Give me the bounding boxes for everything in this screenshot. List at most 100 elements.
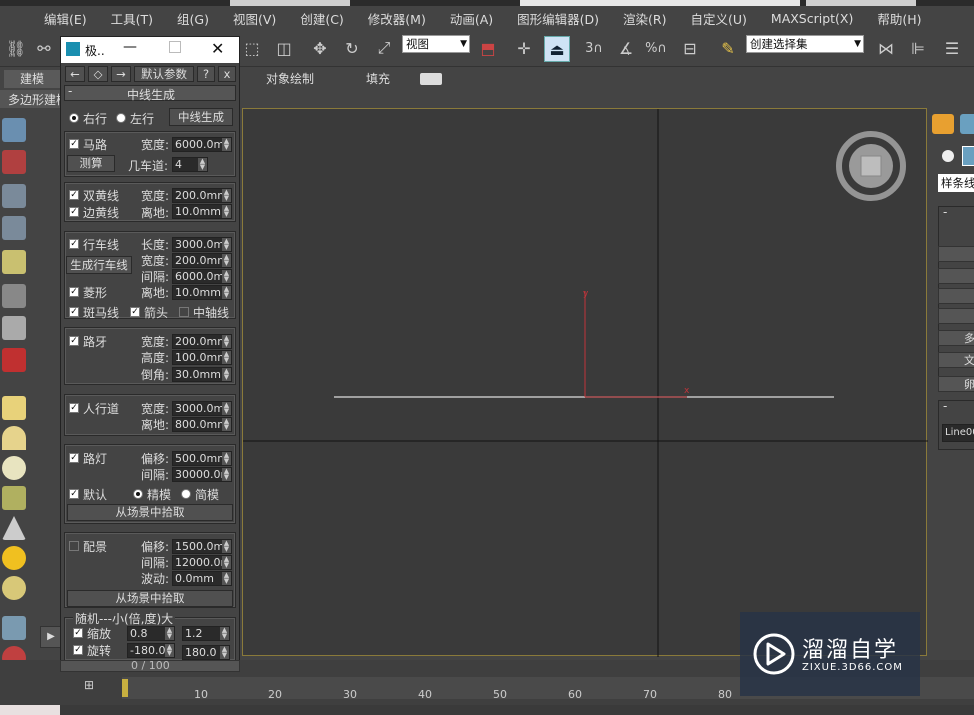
measure-button[interactable]: 测算 xyxy=(67,155,115,172)
shapes-icon[interactable] xyxy=(962,146,974,166)
menu-graph-editors[interactable]: 图形编辑器(D) xyxy=(505,9,611,28)
select-manipulate-icon[interactable]: ✛ xyxy=(512,36,536,60)
rotate-icon[interactable]: ↻ xyxy=(340,36,364,60)
sub-poly-modeling[interactable]: 多边形建模 xyxy=(8,91,68,108)
cone-icon[interactable] xyxy=(2,516,26,540)
object-button-4[interactable] xyxy=(938,308,974,324)
gen-centerline-button[interactable]: 中线生成 xyxy=(169,108,233,126)
edit-named-selection-icon[interactable]: ✎ xyxy=(716,36,740,60)
spinner-arrows-icon[interactable]: ▲ ▼ xyxy=(165,627,174,640)
spinner-arrows-icon[interactable]: ▲ ▼ xyxy=(222,270,231,283)
scale-icon[interactable]: ⤢ xyxy=(372,36,396,60)
lamp-simple-radio[interactable] xyxy=(181,489,191,499)
gen-lane-button[interactable]: 生成行车线 xyxy=(66,256,132,274)
viewcube-icon[interactable] xyxy=(836,131,906,201)
tab-modeling[interactable]: 建模 xyxy=(4,70,60,88)
lamp-default-checkbox[interactable]: ✓ xyxy=(69,489,79,499)
ribbon-options-icon[interactable] xyxy=(420,73,442,85)
rotate-max-spinner[interactable]: 180.0 ▲ ▼ xyxy=(182,645,230,660)
forward-button[interactable]: → xyxy=(111,66,131,82)
object-button-3[interactable] xyxy=(938,288,974,304)
hemisphere-icon[interactable] xyxy=(2,426,26,450)
layer-icon[interactable]: ☰ xyxy=(940,36,964,60)
spinner-arrows-icon[interactable]: ▲ ▼ xyxy=(222,368,231,381)
spinner-arrows-icon[interactable]: ▲ ▼ xyxy=(222,402,231,415)
object-button-1[interactable] xyxy=(938,246,974,262)
spinner-arrows-icon[interactable]: ▲ ▼ xyxy=(222,540,231,553)
close-icon[interactable]: ✕ xyxy=(211,39,224,58)
rotate-checkbox[interactable]: ✓ xyxy=(73,645,83,655)
create-tab-icon[interactable] xyxy=(932,114,954,134)
lamp-checkbox[interactable]: ✓ xyxy=(69,453,79,463)
time-slider[interactable]: 0 / 100 xyxy=(60,659,240,672)
scene-explorer-icon[interactable] xyxy=(2,184,26,208)
lamp-gap-spinner[interactable]: 30000.0mm▲▼ xyxy=(172,467,232,482)
menu-help[interactable]: 帮助(H) xyxy=(865,9,933,28)
maximize-icon[interactable] xyxy=(169,41,181,53)
section-header[interactable]: - 中线生成 xyxy=(64,84,236,102)
object-button-text[interactable]: 文 xyxy=(938,352,974,368)
menu-rendering[interactable]: 渲染(R) xyxy=(611,9,678,28)
minimize-icon[interactable]: — xyxy=(123,39,137,55)
spinner-arrows-icon[interactable]: ▲ ▼ xyxy=(222,452,231,465)
lane-offset-spinner[interactable]: 10.0mm ▲ ▼ xyxy=(172,285,232,300)
camera-icon[interactable] xyxy=(2,284,26,308)
box-icon[interactable] xyxy=(2,396,26,420)
spinner-arrows-icon[interactable]: ▲ ▼ xyxy=(222,351,231,364)
light-icon[interactable] xyxy=(2,250,26,274)
left-row-radio[interactable] xyxy=(116,113,126,123)
pivot-icon[interactable]: ⬒ xyxy=(476,36,500,60)
angle-snap-icon[interactable]: ∡ xyxy=(614,36,638,60)
scenery-wave-spinner[interactable]: 0.0mm ▲ ▼ xyxy=(172,571,232,586)
zebra-checkbox[interactable]: ✓ xyxy=(69,307,79,317)
link-icon[interactable]: ⛓ xyxy=(4,36,28,60)
double-yellow-checkbox[interactable]: ✓ xyxy=(69,190,79,200)
back-button[interactable]: ← xyxy=(65,66,85,82)
maxscript-listener[interactable] xyxy=(0,705,60,715)
grid-icon[interactable] xyxy=(2,616,26,640)
teapot-icon[interactable] xyxy=(2,118,26,142)
axis-checkbox[interactable] xyxy=(179,307,189,317)
reference-coord-select[interactable]: 视图 ▼ xyxy=(402,35,470,53)
sun-icon[interactable] xyxy=(2,546,26,570)
select-region-icon[interactable]: ⬚ xyxy=(240,36,264,60)
shape-type-select[interactable]: 样条线 xyxy=(938,174,974,192)
torus-icon[interactable] xyxy=(2,576,26,600)
scale-max-spinner[interactable]: 1.2 ▲ ▼ xyxy=(182,626,230,641)
right-row-radio[interactable] xyxy=(69,113,79,123)
close-button[interactable]: x xyxy=(218,66,236,82)
scale-min-spinner[interactable]: 0.8 ▲ ▼ xyxy=(127,626,175,641)
geosphere-icon[interactable] xyxy=(2,486,26,510)
geometry-icon[interactable] xyxy=(942,150,954,162)
scenery-gap-spinner[interactable]: 12000.0mm▲▼ xyxy=(172,555,232,570)
curb-chamfer-spinner[interactable]: 30.0mm ▲ ▼ xyxy=(172,367,232,382)
move-icon[interactable]: ✥ xyxy=(308,36,332,60)
help-button[interactable]: ? xyxy=(197,66,215,82)
menu-tools[interactable]: 工具(T) xyxy=(99,9,165,28)
sphere-icon[interactable] xyxy=(2,456,26,480)
menu-modifiers[interactable]: 修改器(M) xyxy=(356,9,438,28)
perspective-viewport[interactable]: y x xyxy=(242,108,928,657)
menu-animation[interactable]: 动画(A) xyxy=(438,9,505,28)
spinner-snap-icon[interactable]: ⊟ xyxy=(678,36,702,60)
scenery-offset-spinner[interactable]: 1500.0mm ▲ ▼ xyxy=(172,539,232,554)
spinner-arrows-icon[interactable]: ▲ ▼ xyxy=(222,238,231,251)
spinner-arrows-icon[interactable]: ▲ ▼ xyxy=(220,646,229,659)
curb-checkbox[interactable]: ✓ xyxy=(69,336,79,346)
lane-gap-spinner[interactable]: 6000.0mm ▲ ▼ xyxy=(172,269,232,284)
spinner-arrows-icon[interactable]: ▲ ▼ xyxy=(222,335,231,348)
menu-group[interactable]: 组(G) xyxy=(165,9,221,28)
lamp-pick-button[interactable]: 从场景中拾取 xyxy=(67,504,233,521)
snap-toggle-icon[interactable]: 3 ∩ xyxy=(582,36,606,60)
arrow-checkbox[interactable]: ✓ xyxy=(130,307,140,317)
lamp-offset-spinner[interactable]: 500.0mm ▲ ▼ xyxy=(172,451,232,466)
road-width-spinner[interactable]: 6000.0mm ▲ ▼ xyxy=(172,137,232,152)
character-icon[interactable] xyxy=(2,348,26,372)
lanes-spinner[interactable]: 4 ▲ ▼ xyxy=(172,157,208,172)
lane-length-spinner[interactable]: 3000.0mm ▲ ▼ xyxy=(172,237,232,252)
diamond-button[interactable]: ◇ xyxy=(88,66,108,82)
play-arrow-icon[interactable]: ▶ xyxy=(40,626,62,648)
spinner-arrows-icon[interactable]: ▲ ▼ xyxy=(222,572,231,585)
object-button-poly[interactable]: 多 xyxy=(938,330,974,346)
layer-explorer-icon[interactable] xyxy=(2,216,26,240)
